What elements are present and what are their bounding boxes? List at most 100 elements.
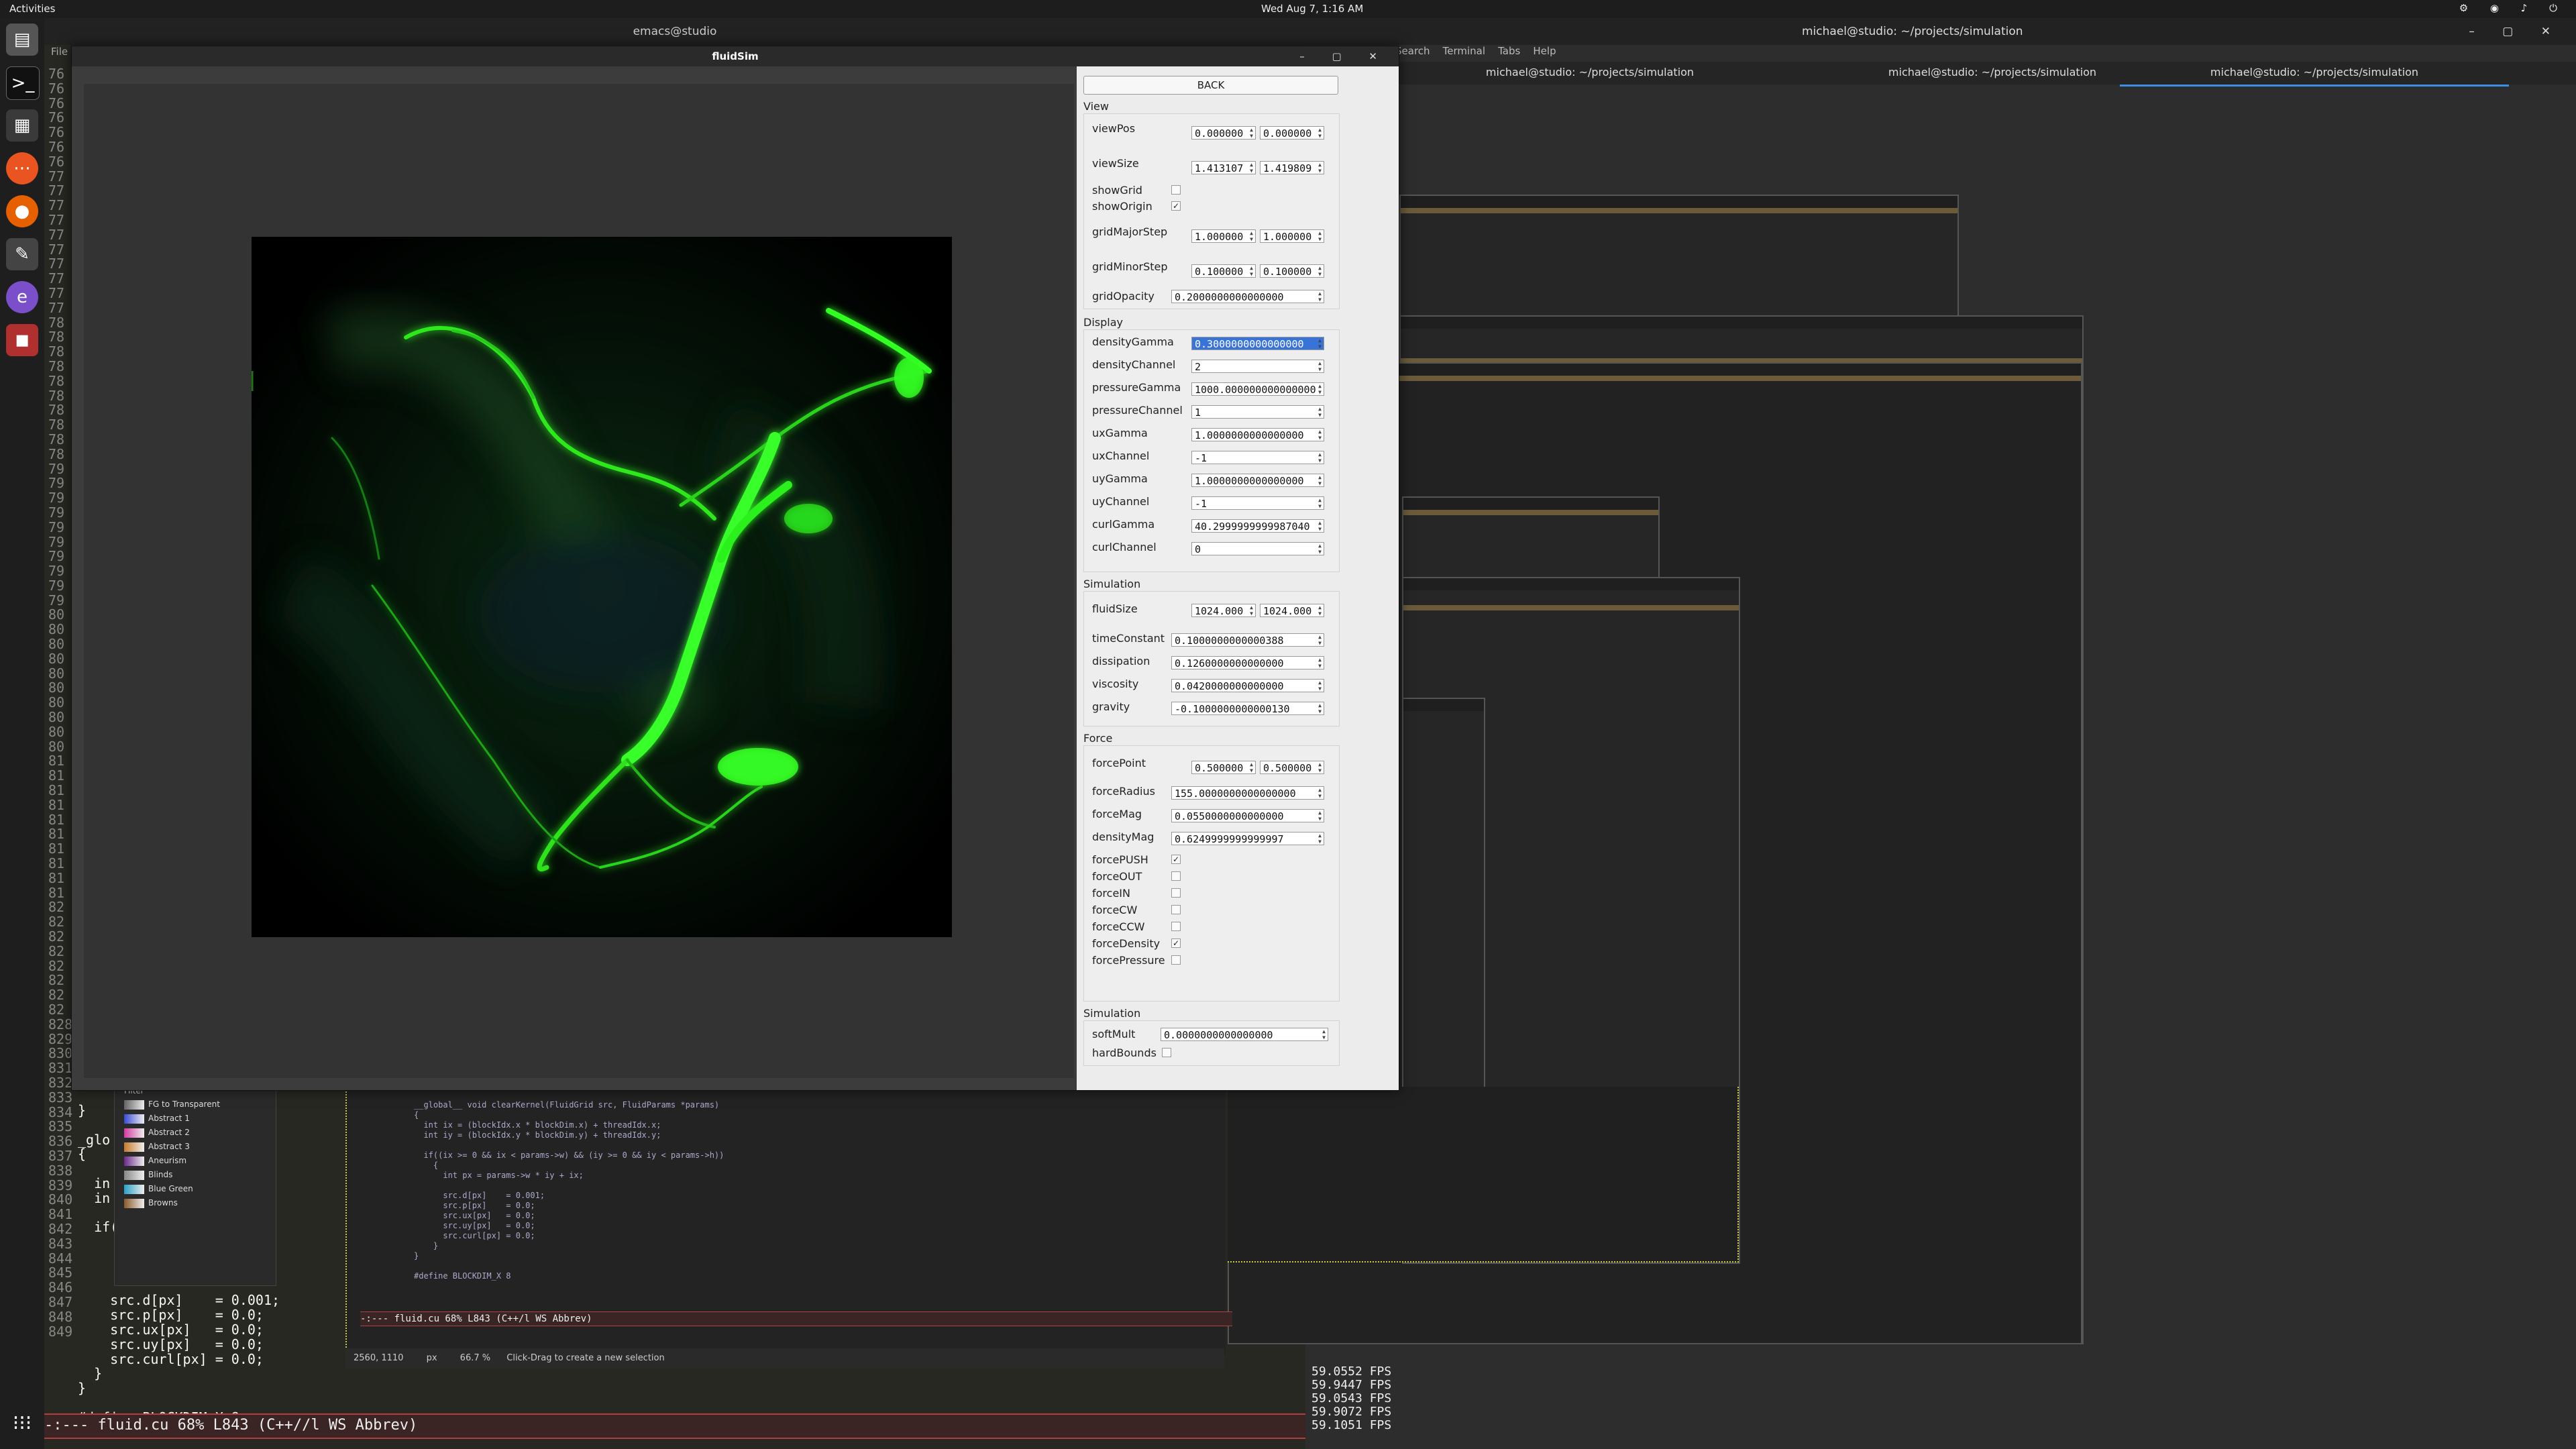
hardbounds-checkbox[interactable] [1162, 1048, 1171, 1057]
spinner-arrows-icon[interactable]: ▲ ▼ [1317, 657, 1323, 669]
uygamma-input[interactable]: 1.0000000000000000 ▲ ▼ [1191, 474, 1324, 487]
forcedensity-checkbox[interactable]: ✓ [1171, 938, 1181, 948]
menu-search[interactable]: Search [1395, 45, 1430, 57]
forcepush-checkbox[interactable]: ✓ [1171, 855, 1181, 864]
gridopacity-input[interactable]: 0.2000000000000000 ▲ ▼ [1171, 290, 1324, 303]
spinner-arrows-icon[interactable]: ▲ ▼ [1317, 429, 1323, 441]
spinner-arrows-icon[interactable]: ▲ ▼ [1317, 543, 1323, 555]
back-button[interactable]: BACK [1083, 76, 1338, 95]
gradient-item[interactable]: Abstract 3 [115, 1140, 276, 1154]
curlchannel-input[interactable]: 0 ▲ ▼ [1191, 542, 1324, 555]
spinner-arrows-icon[interactable]: ▲ ▼ [1317, 127, 1323, 139]
terminal-window-controls[interactable]: – ▢ ✕ [2469, 18, 2563, 45]
gimp-icon[interactable]: ✎ [6, 238, 38, 270]
gridminorstep-y-input[interactable]: 0.100000 ▲ ▼ [1260, 264, 1324, 278]
emacs-icon[interactable]: e [6, 281, 38, 313]
pressuregamma-input[interactable]: 1000.000000000000000 ▲ ▼ [1191, 382, 1324, 396]
spinner-arrows-icon[interactable]: ▲ ▼ [1321, 1028, 1327, 1040]
spinner-arrows-icon[interactable]: ▲ ▼ [1248, 761, 1254, 773]
fluidsize-y-input[interactable]: 1024.000 ▲ ▼ [1260, 604, 1324, 617]
files-icon[interactable]: ▤ [6, 23, 38, 56]
fluidsim-window-controls[interactable]: – ▢ ✕ [1299, 46, 1389, 66]
spinner-arrows-icon[interactable]: ▲ ▼ [1248, 127, 1254, 139]
gravity-input[interactable]: -0.1000000000000130 ▲ ▼ [1171, 702, 1324, 715]
gradient-item[interactable]: Blue Green [115, 1182, 276, 1196]
forceout-checkbox[interactable] [1171, 871, 1181, 881]
forcemag-input[interactable]: 0.0550000000000000 ▲ ▼ [1171, 809, 1324, 822]
spinner-arrows-icon[interactable]: ▲ ▼ [1248, 265, 1254, 277]
viewsize-y-input[interactable]: 1.419809 ▲ ▼ [1260, 161, 1324, 174]
densitygamma-input[interactable]: 0.3000000000000000 ▲ ▼ [1191, 337, 1324, 350]
gradient-item[interactable]: Abstract 1 [115, 1112, 276, 1126]
viewpos-y-input[interactable]: 0.000000 ▲ ▼ [1260, 126, 1324, 140]
spinner-arrows-icon[interactable]: ▲ ▼ [1317, 787, 1323, 799]
unit-select[interactable]: px [427, 1353, 437, 1363]
gradient-item[interactable]: Blinds [115, 1168, 276, 1182]
spinner-arrows-icon[interactable]: ▲ ▼ [1317, 406, 1323, 418]
timeconstant-input[interactable]: 0.1000000000000388 ▲ ▼ [1171, 633, 1324, 647]
gridmajorstep-x-input[interactable]: 1.000000 ▲ ▼ [1191, 229, 1256, 243]
spinner-arrows-icon[interactable]: ▲ ▼ [1248, 230, 1254, 242]
spinner-arrows-icon[interactable]: ▲ ▼ [1317, 337, 1323, 350]
gradient-item[interactable]: Browns [115, 1196, 276, 1210]
emacs-file-menu[interactable]: File [51, 46, 68, 58]
menu-terminal[interactable]: Terminal [1443, 45, 1485, 57]
forceradius-input[interactable]: 155.0000000000000000 ▲ ▼ [1171, 786, 1324, 800]
densitychannel-input[interactable]: 2 ▲ ▼ [1191, 360, 1324, 373]
fluid-simulation-canvas[interactable] [252, 237, 952, 937]
uxgamma-input[interactable]: 1.0000000000000000 ▲ ▼ [1191, 428, 1324, 441]
forcecw-checkbox[interactable] [1171, 905, 1181, 914]
dissipation-input[interactable]: 0.1260000000000000 ▲ ▼ [1171, 656, 1324, 669]
terminal-tab-3[interactable]: michael@studio: ~/projects/simulation [2120, 62, 2509, 87]
spinner-arrows-icon[interactable]: ▲ ▼ [1317, 474, 1323, 486]
spinner-arrows-icon[interactable]: ▲ ▼ [1317, 265, 1323, 277]
forcepressure-checkbox[interactable] [1171, 955, 1181, 965]
spinner-arrows-icon[interactable]: ▲ ▼ [1317, 680, 1323, 692]
fluidsim-icon[interactable]: ◼ [6, 324, 38, 356]
spinner-arrows-icon[interactable]: ▲ ▼ [1317, 162, 1323, 174]
showgrid-checkbox[interactable] [1171, 185, 1181, 195]
spinner-arrows-icon[interactable]: ▲ ▼ [1317, 383, 1323, 395]
app-grid-circle-icon[interactable]: ⋯ [6, 152, 38, 184]
uxchannel-input[interactable]: -1 ▲ ▼ [1191, 451, 1324, 464]
gradient-item[interactable]: FG to Transparent [115, 1097, 276, 1112]
uychannel-input[interactable]: -1 ▲ ▼ [1191, 496, 1324, 510]
spinner-arrows-icon[interactable]: ▲ ▼ [1317, 360, 1323, 372]
forcepoint-y-input[interactable]: 0.500000 ▲ ▼ [1260, 761, 1324, 774]
forcein-checkbox[interactable] [1171, 888, 1181, 898]
softmult-input[interactable]: 0.0000000000000000 ▲ ▼ [1161, 1028, 1328, 1041]
spinner-arrows-icon[interactable]: ▲ ▼ [1317, 604, 1323, 616]
menu-tabs[interactable]: Tabs [1498, 45, 1520, 57]
spinner-arrows-icon[interactable]: ▲ ▼ [1317, 497, 1323, 509]
system-tray[interactable]: ⚙ ◉ ♪ ⏻ [2459, 2, 2567, 14]
terminal-tab-1[interactable]: michael@studio: ~/projects/simulation [1395, 62, 1784, 85]
spinner-arrows-icon[interactable]: ▲ ▼ [1248, 604, 1254, 616]
densitymag-input[interactable]: 0.6249999999999997 ▲ ▼ [1171, 832, 1324, 845]
showorigin-checkbox[interactable]: ✓ [1171, 201, 1181, 211]
spinner-arrows-icon[interactable]: ▲ ▼ [1317, 702, 1323, 714]
clock[interactable]: Wed Aug 7, 1:16 AM [1261, 3, 1363, 15]
curlgamma-input[interactable]: 40.2999999999987040 ▲ ▼ [1191, 519, 1324, 533]
fluidsize-x-input[interactable]: 1024.000 ▲ ▼ [1191, 604, 1256, 617]
simulation-viewport[interactable] [84, 84, 1074, 1078]
spinner-arrows-icon[interactable]: ▲ ▼ [1248, 162, 1254, 174]
spinner-arrows-icon[interactable]: ▲ ▼ [1317, 761, 1323, 773]
tool-icon[interactable]: ▦ [6, 109, 38, 142]
terminal-icon[interactable]: >_ [6, 66, 40, 100]
forceccw-checkbox[interactable] [1171, 922, 1181, 931]
activities-button[interactable]: Activities [9, 3, 55, 15]
menu-help[interactable]: Help [1533, 45, 1556, 57]
zoom-select[interactable]: 66.7 % [460, 1353, 490, 1363]
pressurechannel-input[interactable]: 1 ▲ ▼ [1191, 405, 1324, 419]
viewsize-x-input[interactable]: 1.413107 ▲ ▼ [1191, 161, 1256, 174]
spinner-arrows-icon[interactable]: ▲ ▼ [1317, 520, 1323, 532]
show-apps-icon[interactable]: ⁝⁝⁝ [6, 1407, 38, 1439]
spinner-arrows-icon[interactable]: ▲ ▼ [1317, 230, 1323, 242]
forcepoint-x-input[interactable]: 0.500000 ▲ ▼ [1191, 761, 1256, 774]
spinner-arrows-icon[interactable]: ▲ ▼ [1317, 833, 1323, 845]
spinner-arrows-icon[interactable]: ▲ ▼ [1317, 810, 1323, 822]
gridminorstep-x-input[interactable]: 0.100000 ▲ ▼ [1191, 264, 1256, 278]
viscosity-input[interactable]: 0.0420000000000000 ▲ ▼ [1171, 679, 1324, 692]
spinner-arrows-icon[interactable]: ▲ ▼ [1317, 290, 1323, 303]
spinner-arrows-icon[interactable]: ▲ ▼ [1317, 634, 1323, 646]
